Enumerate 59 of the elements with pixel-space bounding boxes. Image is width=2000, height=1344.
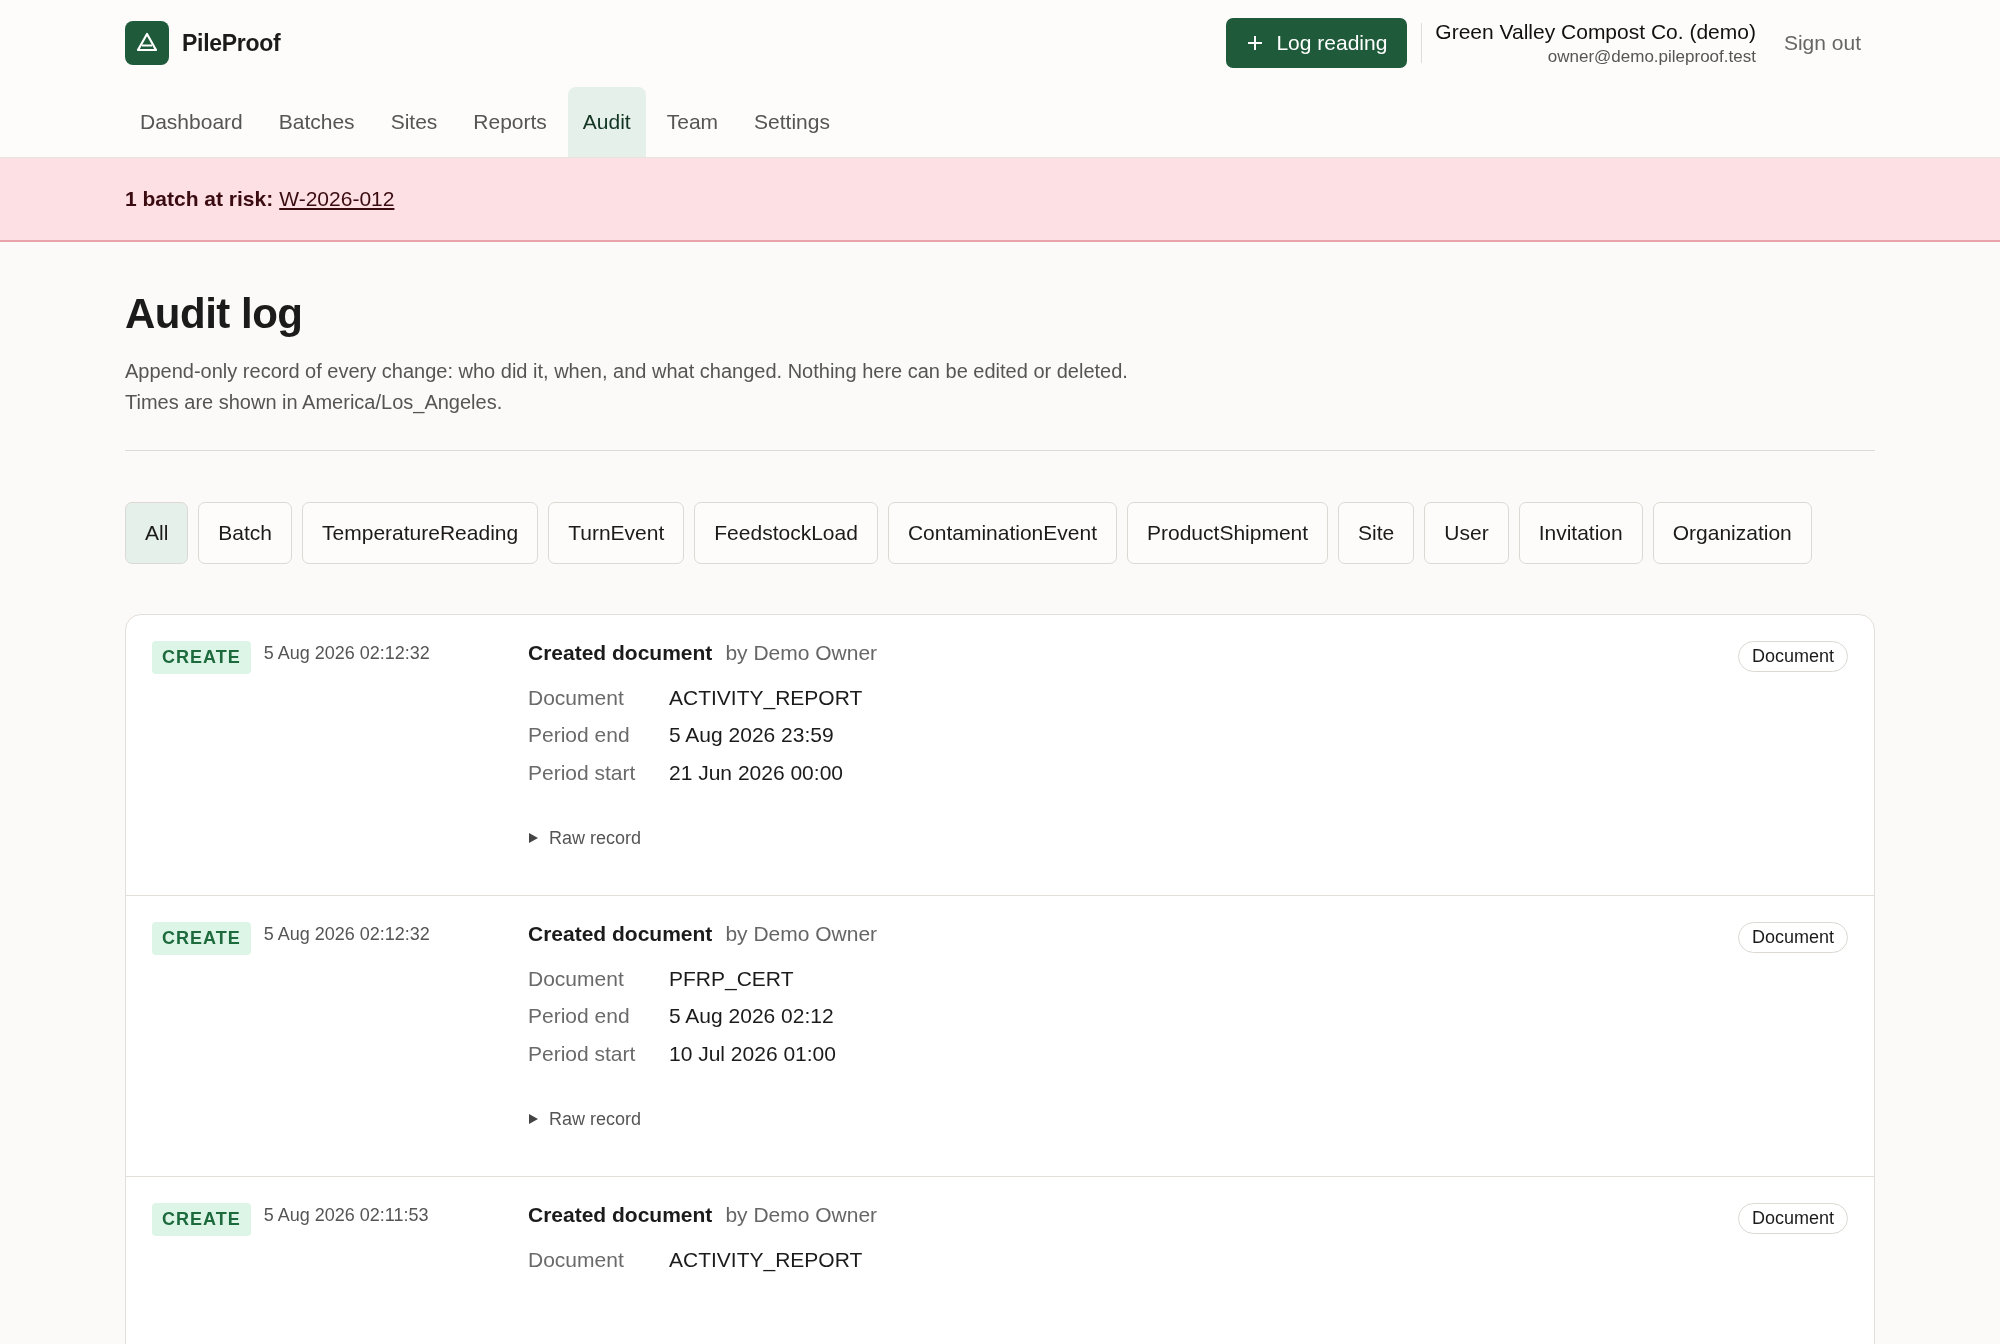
batch-link[interactable]: W-2026-012 [279,187,395,210]
alert-label: 1 batch at risk: [125,187,274,210]
action-badge: CREATE [152,641,251,674]
field-label: Period end [528,723,631,748]
nav-tab[interactable]: Reports [458,87,562,157]
entry-actor: by Demo Owner [725,1203,878,1227]
logo-icon [125,21,169,65]
field-label: Document [528,685,625,710]
filter-chip[interactable]: TurnEvent [548,502,685,564]
nav-tab[interactable]: Settings [739,87,845,157]
plus-icon [1246,34,1265,52]
field-value: ACTIVITY_REPORT [669,685,863,710]
log-reading-button[interactable]: Log reading [1226,18,1408,68]
field-label: Period end [528,1004,631,1029]
entry-summary: Created document [528,1203,713,1227]
field-value: 5 Aug 2026 23:59 [669,723,834,748]
field-value: 5 Aug 2026 02:12 [669,1004,834,1029]
filter-chip[interactable]: Site [1338,502,1415,564]
filter-chip[interactable]: All [125,502,189,564]
nav-tab[interactable]: Batches [263,87,370,157]
nav-tab[interactable]: Audit [567,87,646,157]
field-label: Document [528,1247,625,1272]
field-label: Period start [528,1041,637,1066]
timestamp: 5 Aug 2026 02:12:32 [263,924,430,945]
nav-tab[interactable]: Dashboard [125,87,258,157]
entry-actor: by Demo Owner [725,922,878,946]
disclosure-triangle-icon [528,1113,539,1125]
field-value: 21 Jun 2026 00:00 [669,760,843,785]
disclosure-triangle-icon [528,832,539,844]
raw-record-toggle[interactable]: Raw record [528,1108,642,1130]
filter-chip[interactable]: ProductShipment [1127,502,1329,564]
field-value: ACTIVITY_REPORT [669,1247,863,1272]
entry-summary: Created document [528,922,713,946]
field-value: 10 Jul 2026 01:00 [669,1041,836,1066]
filter-chip[interactable]: User [1424,502,1509,564]
filter-chip[interactable]: TemperatureReading [302,502,539,564]
action-badge: CREATE [152,922,251,955]
filter-chip[interactable]: Batch [198,502,293,564]
nav-tab[interactable]: Team [651,87,734,157]
field-value: PFRP_CERT [669,966,794,991]
filter-chip[interactable]: Organization [1652,502,1812,564]
entry-summary: Created document [528,641,713,665]
page-description: Append-only record of every change: who did it, when, and what changed. Nothing here can be edited or deleted. Times are shown in America/Los_Angeles. [125,359,1129,416]
action-badge: CREATE [152,1203,251,1236]
app-name: PileProof [182,29,281,57]
filter-chip[interactable]: ContaminationEvent [887,502,1117,564]
filter-chip[interactable]: FeedstockLoad [694,502,878,564]
raw-record-toggle[interactable]: Raw record [528,827,642,849]
sign-out-link[interactable]: Sign out [1783,31,1861,55]
organization-name: Green Valley Compost Co. (demo) [1435,19,1756,44]
field-label: Period start [528,760,637,785]
field-label: Document [528,966,625,991]
timestamp: 5 Aug 2026 02:12:32 [263,643,430,664]
timestamp: 5 Aug 2026 02:11:53 [263,1205,429,1226]
entry-actor: by Demo Owner [725,641,878,665]
nav-tab[interactable]: Sites [375,87,453,157]
user-email: owner@demo.pileproof.test [1547,46,1756,67]
filter-chip[interactable]: Invitation [1518,502,1643,564]
page-title: Audit log [125,290,304,338]
